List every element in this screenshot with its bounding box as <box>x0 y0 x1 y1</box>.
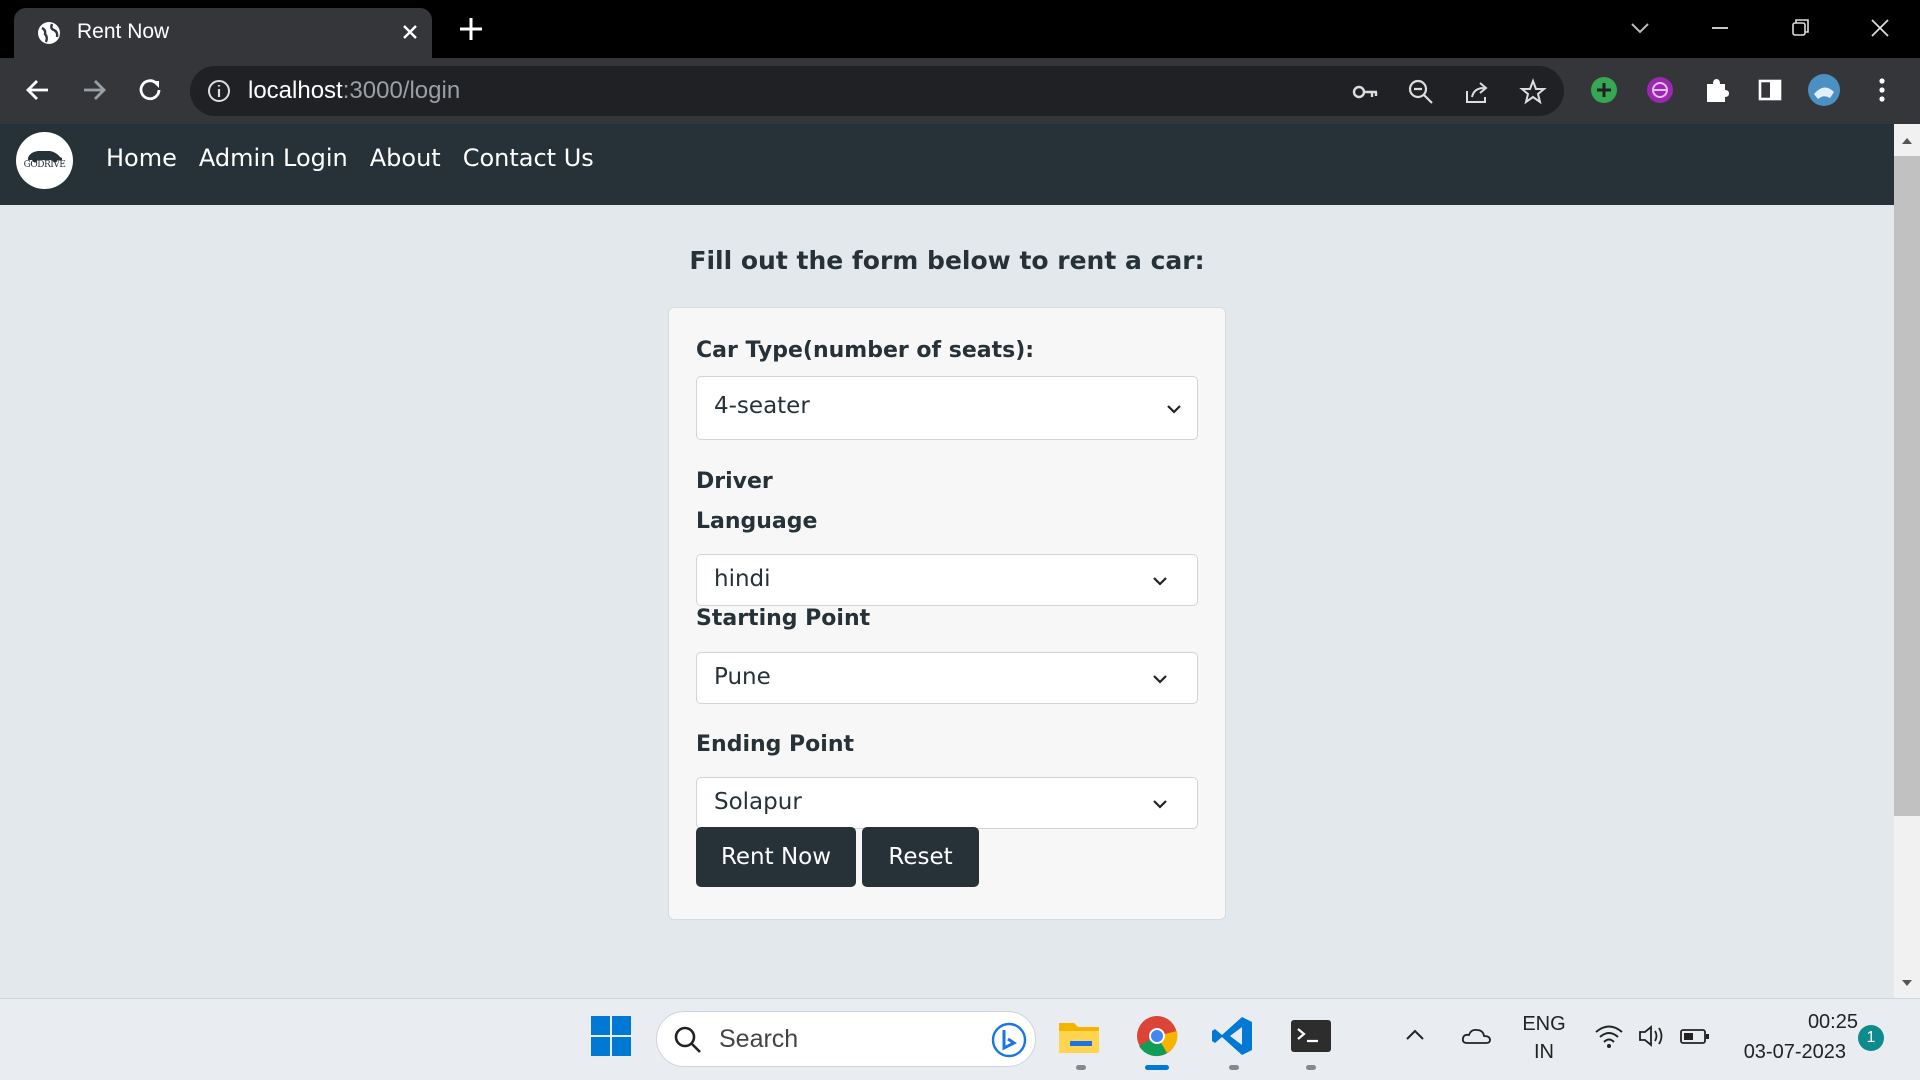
chevron-down-icon <box>1153 675 1167 684</box>
rent-now-button[interactable]: Rent Now <box>696 827 856 887</box>
volume-icon[interactable] <box>1636 1019 1670 1053</box>
taskbar-search[interactable]: Search <box>656 1011 1036 1067</box>
page-scrollbar[interactable] <box>1894 124 1920 998</box>
starting-point-select[interactable]: Pune <box>696 652 1198 704</box>
clock-time[interactable]: 00:25 <box>1720 1011 1858 1034</box>
ending-point-label: Ending Point <box>696 732 855 757</box>
url-text: localhost:3000/login <box>248 77 460 105</box>
terminal-indicator <box>1306 1065 1316 1070</box>
notification-badge[interactable]: 1 <box>1858 1025 1884 1051</box>
close-window-icon[interactable] <box>1862 10 1898 46</box>
nav-admin-login-link[interactable]: Admin Login <box>199 144 348 172</box>
forward-icon[interactable] <box>76 72 112 108</box>
rent-form-card: Car Type(number of seats): 4-seater Driv… <box>668 307 1226 920</box>
car-type-label: Car Type(number of seats): <box>696 338 1035 363</box>
minimize-icon[interactable] <box>1702 10 1738 46</box>
chrome-active-indicator <box>1145 1065 1169 1070</box>
scroll-down-icon[interactable] <box>1900 976 1914 990</box>
bookmark-star-icon[interactable] <box>1518 77 1548 107</box>
zoom-out-icon[interactable] <box>1406 77 1436 107</box>
notification-count: 1 <box>1866 1029 1876 1046</box>
starting-point-label: Starting Point <box>696 606 871 631</box>
nav-home-link[interactable]: Home <box>106 144 177 172</box>
input-language-line1[interactable]: ENG <box>1516 1013 1572 1036</box>
wifi-icon[interactable] <box>1592 1019 1626 1053</box>
nav-about-link[interactable]: About <box>370 144 441 172</box>
browser-menu-icon[interactable] <box>1864 72 1900 108</box>
language-label: Language <box>696 509 818 534</box>
ending-point-select[interactable]: Solapur <box>696 777 1198 829</box>
windows-taskbar: Search ENG IN 00:25 03-07-2023 1 <box>0 998 1920 1080</box>
input-language-line2[interactable]: IN <box>1516 1041 1572 1064</box>
file-explorer-icon[interactable] <box>1056 1013 1102 1059</box>
windows-start-icon[interactable] <box>588 1013 634 1059</box>
chrome-icon[interactable] <box>1134 1013 1180 1059</box>
extensions-puzzle-icon[interactable] <box>1698 72 1734 108</box>
nav-contact-link[interactable]: Contact Us <box>463 144 594 172</box>
share-icon[interactable] <box>1462 77 1492 107</box>
site-info-icon[interactable] <box>206 78 232 104</box>
tab-search-icon[interactable] <box>1622 10 1658 46</box>
reload-icon[interactable] <box>132 72 168 108</box>
page-viewport: GODRIVE Home Admin Login About Contact U… <box>0 124 1894 998</box>
language-select[interactable]: hindi <box>696 554 1198 606</box>
nav-links: Home Admin Login About Contact Us <box>106 144 594 172</box>
browser-tab[interactable]: Rent Now <box>14 8 432 58</box>
browser-toolbar: localhost:3000/login <box>0 58 1920 124</box>
reset-button[interactable]: Reset <box>862 827 979 887</box>
bing-icon[interactable] <box>991 1022 1027 1058</box>
site-navbar: GODRIVE Home Admin Login About Contact U… <box>0 124 1894 205</box>
chevron-down-icon <box>1153 577 1167 586</box>
clock-date[interactable]: 03-07-2023 <box>1720 1041 1846 1064</box>
search-icon <box>674 1026 701 1053</box>
tab-title: Rent Now <box>77 20 170 43</box>
driver-label: Driver <box>696 469 773 494</box>
new-tab-icon[interactable] <box>456 14 486 44</box>
extension-green-icon[interactable] <box>1586 72 1622 108</box>
address-bar[interactable]: localhost:3000/login <box>190 66 1564 116</box>
logo-text: GODRIVE <box>23 160 66 170</box>
ending-point-value: Solapur <box>714 789 802 815</box>
form-heading: Fill out the form below to rent a car: <box>689 246 1205 275</box>
globe-icon <box>38 22 60 44</box>
back-icon[interactable] <box>20 72 56 108</box>
terminal-icon[interactable] <box>1288 1013 1334 1059</box>
tray-chevron-up-icon[interactable] <box>1398 1019 1432 1053</box>
car-type-select[interactable]: 4-seater <box>696 376 1198 440</box>
side-panel-icon[interactable] <box>1752 72 1788 108</box>
restore-icon[interactable] <box>1782 10 1818 46</box>
vscode-icon[interactable] <box>1210 1013 1256 1059</box>
browser-tabstrip: Rent Now <box>0 0 1920 58</box>
search-placeholder: Search <box>719 1025 799 1053</box>
starting-point-value: Pune <box>714 664 771 690</box>
profile-avatar-icon[interactable] <box>1806 72 1842 108</box>
explorer-indicator <box>1076 1065 1086 1070</box>
scrollbar-thumb[interactable] <box>1894 156 1920 816</box>
url-path: :3000/login <box>342 77 461 104</box>
key-icon[interactable] <box>1350 77 1380 107</box>
chevron-down-icon <box>1167 405 1181 414</box>
car-type-value: 4-seater <box>714 393 810 419</box>
chevron-down-icon <box>1153 800 1167 809</box>
language-value: hindi <box>714 566 771 592</box>
battery-icon[interactable] <box>1678 1019 1712 1053</box>
tab-close-icon[interactable] <box>396 18 424 46</box>
url-host: localhost <box>248 77 343 104</box>
extension-purple-icon[interactable] <box>1642 72 1678 108</box>
vscode-indicator <box>1229 1065 1239 1070</box>
scroll-up-icon[interactable] <box>1900 134 1914 148</box>
site-logo[interactable]: GODRIVE <box>16 132 73 189</box>
onedrive-icon[interactable] <box>1460 1019 1494 1053</box>
